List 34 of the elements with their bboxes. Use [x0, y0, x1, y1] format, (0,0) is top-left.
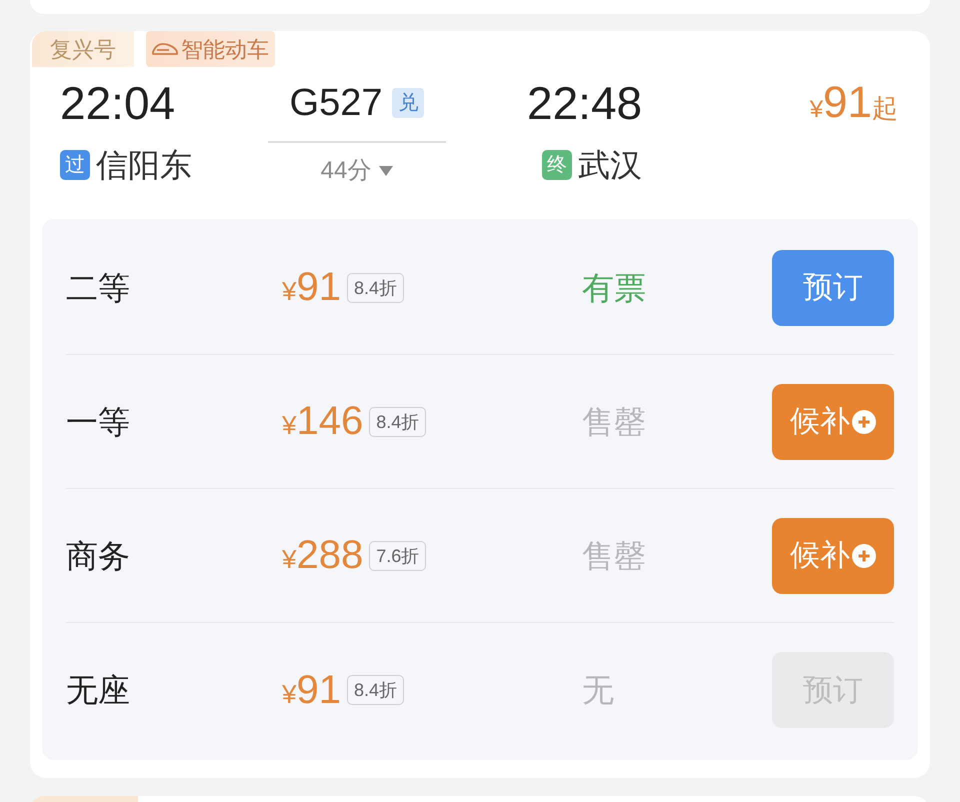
departure-station: 信阳东: [96, 146, 192, 185]
waitlist-button[interactable]: 候补: [772, 518, 894, 594]
station-tag: 终: [542, 150, 572, 180]
departure-time: 22:04: [60, 77, 176, 129]
lowest-price: ¥91起: [810, 77, 898, 129]
station-tag: 过: [60, 150, 90, 180]
availability-status: 无: [582, 672, 614, 708]
train-tag: 复兴号: [32, 31, 134, 67]
discount-badge: 8.4折: [346, 272, 404, 302]
discount-badge: 7.6折: [369, 540, 426, 570]
seat-price: ¥146: [282, 398, 364, 445]
plus-circle-icon: [852, 544, 876, 568]
tag-label: 智能动车: [181, 36, 269, 64]
seat-price: ¥91: [282, 264, 341, 311]
availability-status: 售罄: [582, 404, 646, 440]
seat-class: 商务: [66, 536, 131, 576]
train-badge: 兑: [392, 88, 424, 118]
arrival-time: 22:48: [527, 77, 642, 129]
train-number: G527: [290, 80, 382, 126]
availability-status: 售罄: [582, 538, 646, 574]
plus-circle-icon: [852, 410, 876, 434]
seat-price: ¥288: [282, 532, 364, 579]
book-button[interactable]: 预订: [772, 250, 894, 326]
discount-badge: 8.4折: [346, 675, 404, 705]
seat-class: 一等: [66, 402, 131, 442]
seat-class: 二等: [66, 268, 131, 308]
duration-toggle[interactable]: 44分: [320, 153, 394, 189]
seat-price: ¥91: [282, 666, 341, 714]
arrival-station: 武汉: [578, 146, 642, 185]
train-icon: [152, 43, 178, 55]
seat-class: 无座: [66, 671, 131, 710]
availability-status: 有票: [582, 270, 646, 306]
discount-badge: 8.4折: [369, 406, 426, 436]
waitlist-button[interactable]: 候补: [772, 384, 894, 460]
